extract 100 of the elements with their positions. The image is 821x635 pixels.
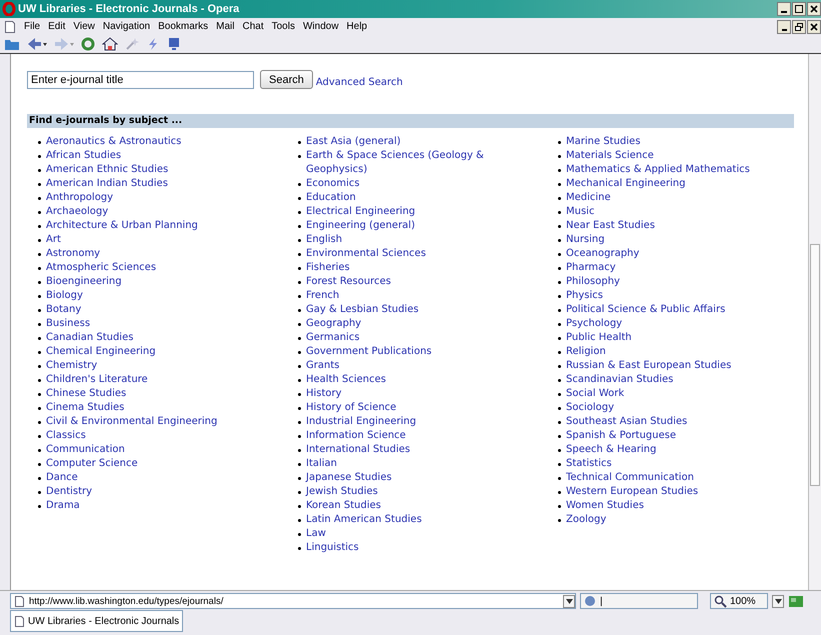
subject-link[interactable]: Earth & Space Sciences (Geology & Geophysics) bbox=[306, 149, 547, 177]
restore-button[interactable] bbox=[792, 20, 806, 34]
subject-link[interactable]: Chemistry bbox=[46, 359, 98, 373]
subject-link[interactable]: Korean Studies bbox=[306, 499, 381, 513]
subject-link[interactable]: English bbox=[306, 233, 342, 247]
back-icon[interactable] bbox=[27, 37, 47, 51]
scrollbar[interactable] bbox=[808, 54, 821, 590]
subject-link[interactable]: Education bbox=[306, 191, 356, 205]
subject-link[interactable]: Electrical Engineering bbox=[306, 205, 416, 219]
subject-link[interactable]: Biology bbox=[46, 289, 83, 303]
web-search-field[interactable]: | bbox=[580, 593, 698, 609]
subject-link[interactable]: French bbox=[306, 289, 340, 303]
menu-item[interactable]: Mail bbox=[212, 21, 238, 32]
subject-link[interactable]: Pharmacy bbox=[566, 261, 616, 275]
address-field[interactable]: http://www.lib.washington.edu/types/ejournals/ bbox=[10, 593, 576, 609]
subject-link[interactable]: Music bbox=[566, 205, 594, 219]
subject-link[interactable]: Japanese Studies bbox=[306, 471, 392, 485]
subject-link[interactable]: Zoology bbox=[566, 513, 606, 527]
menu-item[interactable]: Help bbox=[342, 21, 372, 32]
menu-item[interactable]: Tools bbox=[268, 21, 299, 32]
subject-link[interactable]: Materials Science bbox=[566, 149, 654, 163]
subject-link[interactable]: Aeronautics & Astronautics bbox=[46, 135, 182, 149]
subject-link[interactable]: Social Work bbox=[566, 387, 624, 401]
subject-link[interactable]: Classics bbox=[46, 429, 86, 443]
subject-link[interactable]: Statistics bbox=[566, 457, 612, 471]
subject-link[interactable]: Western European Studies bbox=[566, 485, 698, 499]
subject-link[interactable]: Technical Communication bbox=[566, 471, 694, 485]
subject-link[interactable]: Germanics bbox=[306, 331, 360, 345]
subject-link[interactable]: Grants bbox=[306, 359, 340, 373]
page-icon[interactable] bbox=[4, 20, 16, 34]
menu-item[interactable]: Window bbox=[298, 21, 343, 32]
subject-link[interactable]: American Indian Studies bbox=[46, 177, 168, 191]
dropdown-button[interactable] bbox=[563, 594, 575, 608]
subject-link[interactable]: East Asia (general) bbox=[306, 135, 401, 149]
subject-link[interactable]: Dance bbox=[46, 471, 78, 485]
subject-link[interactable]: Fisheries bbox=[306, 261, 350, 275]
page-tab[interactable]: UW Libraries - Electronic Journals bbox=[10, 610, 184, 632]
zoom-field[interactable]: 100% bbox=[710, 593, 768, 609]
subject-link[interactable]: Sociology bbox=[566, 401, 614, 415]
subject-link[interactable]: Geography bbox=[306, 317, 362, 331]
subject-link[interactable]: Spanish & Portuguese bbox=[566, 429, 676, 443]
subject-link[interactable]: Industrial Engineering bbox=[306, 415, 416, 429]
subject-link[interactable]: Chemical Engineering bbox=[46, 345, 156, 359]
subject-link[interactable]: Public Health bbox=[566, 331, 632, 345]
scroll-thumb[interactable] bbox=[810, 244, 820, 486]
subject-link[interactable]: Psychology bbox=[566, 317, 622, 331]
search-button[interactable]: Search bbox=[260, 70, 313, 89]
subject-link[interactable]: Mechanical Engineering bbox=[566, 177, 686, 191]
subject-link[interactable]: Scandinavian Studies bbox=[566, 373, 674, 387]
subject-link[interactable]: Civil & Environmental Engineering bbox=[46, 415, 218, 429]
subject-link[interactable]: History of Science bbox=[306, 401, 396, 415]
subject-link[interactable]: Law bbox=[306, 527, 326, 541]
menu-item[interactable]: Navigation bbox=[98, 21, 154, 32]
menu-item[interactable]: Edit bbox=[44, 21, 70, 32]
subject-link[interactable]: Engineering (general) bbox=[306, 219, 415, 233]
close-button[interactable] bbox=[807, 20, 821, 34]
subject-link[interactable]: Religion bbox=[566, 345, 606, 359]
subject-link[interactable]: Astronomy bbox=[46, 247, 100, 261]
subject-link[interactable]: Dentistry bbox=[46, 485, 92, 499]
minimize-button[interactable] bbox=[777, 2, 791, 16]
subject-link[interactable]: Mathematics & Applied Mathematics bbox=[566, 163, 750, 177]
subject-link[interactable]: Children's Literature bbox=[46, 373, 148, 387]
subject-link[interactable]: Nursing bbox=[566, 233, 605, 247]
subject-link[interactable]: Computer Science bbox=[46, 457, 138, 471]
image-toggle-icon[interactable] bbox=[788, 594, 804, 608]
subject-link[interactable]: Government Publications bbox=[306, 345, 432, 359]
subject-link[interactable]: Atmospheric Sciences bbox=[46, 261, 156, 275]
subject-link[interactable]: Jewish Studies bbox=[306, 485, 378, 499]
subject-link[interactable]: Marine Studies bbox=[566, 135, 640, 149]
subject-link[interactable]: Canadian Studies bbox=[46, 331, 134, 345]
close-button[interactable] bbox=[807, 2, 821, 16]
subject-link[interactable]: Philosophy bbox=[566, 275, 620, 289]
search-field[interactable]: Enter e-journal title bbox=[27, 70, 254, 88]
lightning-icon[interactable] bbox=[146, 37, 160, 51]
menu-item[interactable]: File bbox=[20, 21, 44, 32]
subject-link[interactable]: Drama bbox=[46, 499, 80, 513]
menu-item[interactable]: Chat bbox=[238, 21, 268, 32]
subject-link[interactable]: Chinese Studies bbox=[46, 387, 126, 401]
subject-link[interactable]: Southeast Asian Studies bbox=[566, 415, 688, 429]
maximize-button[interactable] bbox=[792, 2, 806, 16]
menu-item[interactable]: Bookmarks bbox=[154, 21, 212, 32]
reload-icon[interactable] bbox=[81, 37, 95, 51]
subject-link[interactable]: African Studies bbox=[46, 149, 122, 163]
subject-link[interactable]: Communication bbox=[46, 443, 125, 457]
subject-link[interactable]: Architecture & Urban Planning bbox=[46, 219, 198, 233]
home-icon[interactable] bbox=[102, 37, 118, 51]
subject-link[interactable]: American Ethnic Studies bbox=[46, 163, 168, 177]
subject-link[interactable]: Anthropology bbox=[46, 191, 114, 205]
subject-link[interactable]: Information Science bbox=[306, 429, 406, 443]
folder-icon[interactable] bbox=[4, 37, 20, 51]
subject-link[interactable]: Business bbox=[46, 317, 90, 331]
subject-link[interactable]: History bbox=[306, 387, 342, 401]
dropdown-button[interactable] bbox=[772, 594, 784, 608]
subject-link[interactable]: Health Sciences bbox=[306, 373, 386, 387]
subject-link[interactable]: Environmental Sciences bbox=[306, 247, 426, 261]
subject-link[interactable]: Physics bbox=[566, 289, 603, 303]
subject-link[interactable]: Russian & East European Studies bbox=[566, 359, 732, 373]
subject-link[interactable]: Latin American Studies bbox=[306, 513, 422, 527]
subject-link[interactable]: Oceanography bbox=[566, 247, 640, 261]
monitor-icon[interactable] bbox=[167, 37, 181, 51]
